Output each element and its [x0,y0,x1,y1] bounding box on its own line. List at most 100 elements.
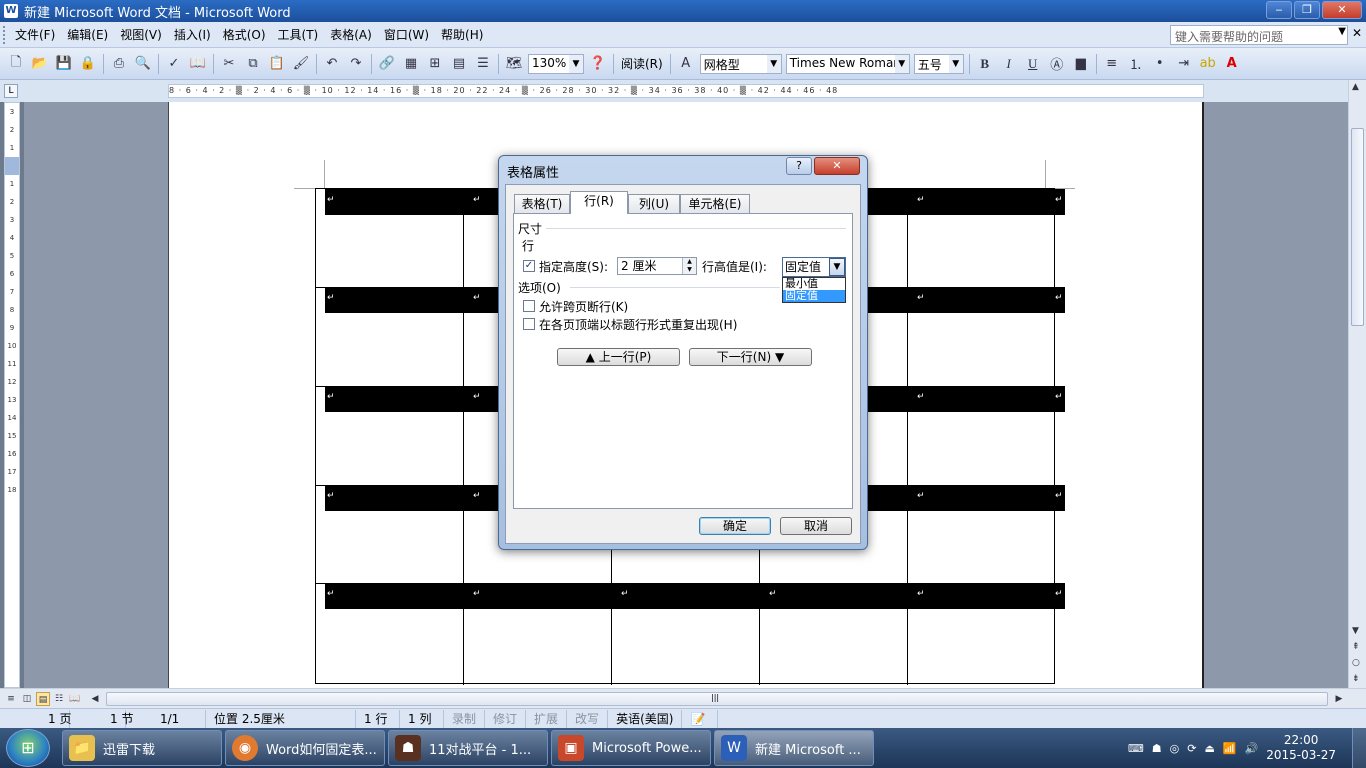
outline-view-icon[interactable]: ☷ [52,692,66,706]
help-search-input[interactable]: 键入需要帮助的问题 [1170,25,1348,45]
read-mode-button[interactable]: 阅读(R) [617,55,667,72]
dialog-help-button[interactable]: ? [786,157,812,175]
chevron-down-icon[interactable]: ▼ [569,54,583,73]
undo-icon[interactable]: ↶ [321,53,343,75]
status-track-changes[interactable]: 修订 [485,709,527,728]
taskbar-item-xunlei[interactable]: 📁 迅雷下载 [62,730,222,766]
previous-row-button[interactable]: ▲ 上一行(P) [557,348,680,366]
previous-page-icon[interactable]: ⇞ [1352,642,1360,652]
scroll-right-icon[interactable]: ▶ [1332,692,1346,706]
tab-row[interactable]: 行(R) [570,191,628,214]
permission-icon[interactable]: 🔒 [77,53,99,75]
format-painter-icon[interactable]: 🖌 [290,53,312,75]
repeat-header-checkbox[interactable] [523,318,535,330]
menu-edit[interactable]: 编辑(E) [61,22,114,48]
help-icon[interactable]: ❓ [587,53,609,75]
print-preview-icon[interactable]: 🔍 [132,53,154,75]
spelling-status-icon[interactable]: 📝 [682,709,719,728]
horizontal-scroll-thumb[interactable]: ||| [106,692,1328,706]
menu-insert[interactable]: 插入(I) [168,22,217,48]
status-extend[interactable]: 扩展 [526,709,568,728]
ok-button[interactable]: 确定 [699,517,771,535]
style-select[interactable]: 网格型 ▼ [699,53,782,74]
scroll-up-icon[interactable]: ▲ [1352,82,1359,92]
scroll-down-icon[interactable]: ▼ [1352,626,1359,636]
paste-icon[interactable]: 📋 [266,53,288,75]
volume-icon[interactable]: 🔊 [1245,742,1259,755]
tab-table[interactable]: 表格(T) [514,194,570,213]
font-color-icon[interactable]: A [1221,53,1243,75]
redo-icon[interactable]: ↷ [345,53,367,75]
taskbar-item-powerpoint[interactable]: ▣ Microsoft Powe... [551,730,711,766]
start-button[interactable]: ⊞ [6,729,50,767]
tray-app-icon[interactable]: ☗ [1152,742,1162,755]
tab-column[interactable]: 列(U) [628,194,680,213]
copy-icon[interactable]: ⧉ [242,53,264,75]
styles-formatting-icon[interactable]: A [675,53,697,75]
usb-icon[interactable]: ⏏ [1204,742,1214,755]
status-language[interactable]: 英语(美国) [608,709,683,728]
font-select[interactable]: Times New Roman ▼ [785,53,910,74]
browse-object-icon[interactable]: ○ [1352,658,1360,668]
document-map-icon[interactable]: 🗺 [503,53,525,75]
taskbar-item-word[interactable]: W 新建 Microsoft ... [714,730,874,766]
vertical-ruler[interactable]: 3 2 1 1 2 3 4 5 6 7 8 9 10 11 12 13 14 1… [4,102,20,688]
cancel-button[interactable]: 取消 [780,517,852,535]
dialog-close-button[interactable]: ✕ [814,157,860,175]
menu-view[interactable]: 视图(V) [114,22,168,48]
menu-window[interactable]: 窗口(W) [378,22,435,48]
option-exactly[interactable]: 固定值 [783,290,845,302]
char-border-icon[interactable]: Ⓐ [1046,53,1068,75]
underline-button[interactable]: U [1022,53,1044,75]
chevron-down-icon[interactable]: ▼ [948,54,963,73]
word-app-icon[interactable]: W [4,4,18,18]
tab-cell[interactable]: 单元格(E) [680,194,750,213]
highlight-icon[interactable]: ab [1197,53,1219,75]
specify-height-checkbox[interactable]: ✓ [523,260,535,272]
print-icon[interactable]: ⎙ [108,53,130,75]
qq-icon[interactable]: ◎ [1170,742,1180,755]
bold-button[interactable]: B [974,53,996,75]
keyboard-icon[interactable]: ⌨ [1128,742,1144,755]
show-desktop-button[interactable] [1352,728,1366,768]
chevron-down-icon[interactable]: ▼ [766,54,781,73]
allow-row-break-checkbox[interactable] [523,300,535,312]
cut-icon[interactable]: ✂ [218,53,240,75]
print-layout-icon[interactable]: ▤ [36,692,50,706]
new-document-icon[interactable]: 🗋 [5,53,27,75]
chevron-down-icon[interactable]: ▼ [1338,26,1346,37]
horizontal-ruler[interactable]: 8 · 6 · 4 · 2 · ▒ · 2 · 4 · 6 · ▒ · 10 ·… [168,84,1204,98]
vertical-scroll-thumb[interactable] [1351,128,1364,326]
chevron-down-icon[interactable]: ▼ [894,54,909,73]
spelling-icon[interactable]: ✓ [163,53,185,75]
menu-help[interactable]: 帮助(H) [435,22,489,48]
menu-file[interactable]: 文件(F) [9,22,61,48]
font-size-select[interactable]: 五号 ▼ [913,53,964,74]
hyperlink-icon[interactable]: 🔗 [376,53,398,75]
menu-table[interactable]: 表格(A) [324,22,378,48]
scroll-left-icon[interactable]: ◀ [88,692,102,706]
menu-format[interactable]: 格式(O) [217,22,272,48]
zoom-select[interactable]: 130% ▼ [528,53,584,74]
chevron-down-icon[interactable]: ▼ [829,258,845,276]
tables-borders-icon[interactable]: ▦ [400,53,422,75]
indent-icon[interactable]: ⇥ [1173,53,1195,75]
next-page-icon[interactable]: ⇟ [1352,674,1360,684]
network-icon[interactable]: 📶 [1223,742,1237,755]
status-overtype[interactable]: 改写 [567,709,609,728]
insert-excel-icon[interactable]: ▤ [448,53,470,75]
italic-button[interactable]: I [998,53,1020,75]
maximize-button[interactable]: ❐ [1294,1,1320,19]
web-layout-icon[interactable]: ◫ [20,692,34,706]
reading-layout-icon[interactable]: 📖 [68,692,82,706]
insert-table-icon[interactable]: ⊞ [424,53,446,75]
spin-arrows-icon[interactable]: ▲ ▼ [682,258,696,274]
status-record[interactable]: 录制 [444,709,486,728]
bullets-icon[interactable]: • [1149,53,1171,75]
next-row-button[interactable]: 下一行(N) ▼ [689,348,812,366]
numbering-icon[interactable]: ⒈ [1125,53,1147,75]
sync-icon[interactable]: ⟳ [1187,742,1196,755]
taskbar-item-game-platform[interactable]: ☗ 11对战平台 - 1... [388,730,548,766]
open-folder-icon[interactable]: 📂 [29,53,51,75]
close-document-button[interactable]: ✕ [1352,26,1362,40]
